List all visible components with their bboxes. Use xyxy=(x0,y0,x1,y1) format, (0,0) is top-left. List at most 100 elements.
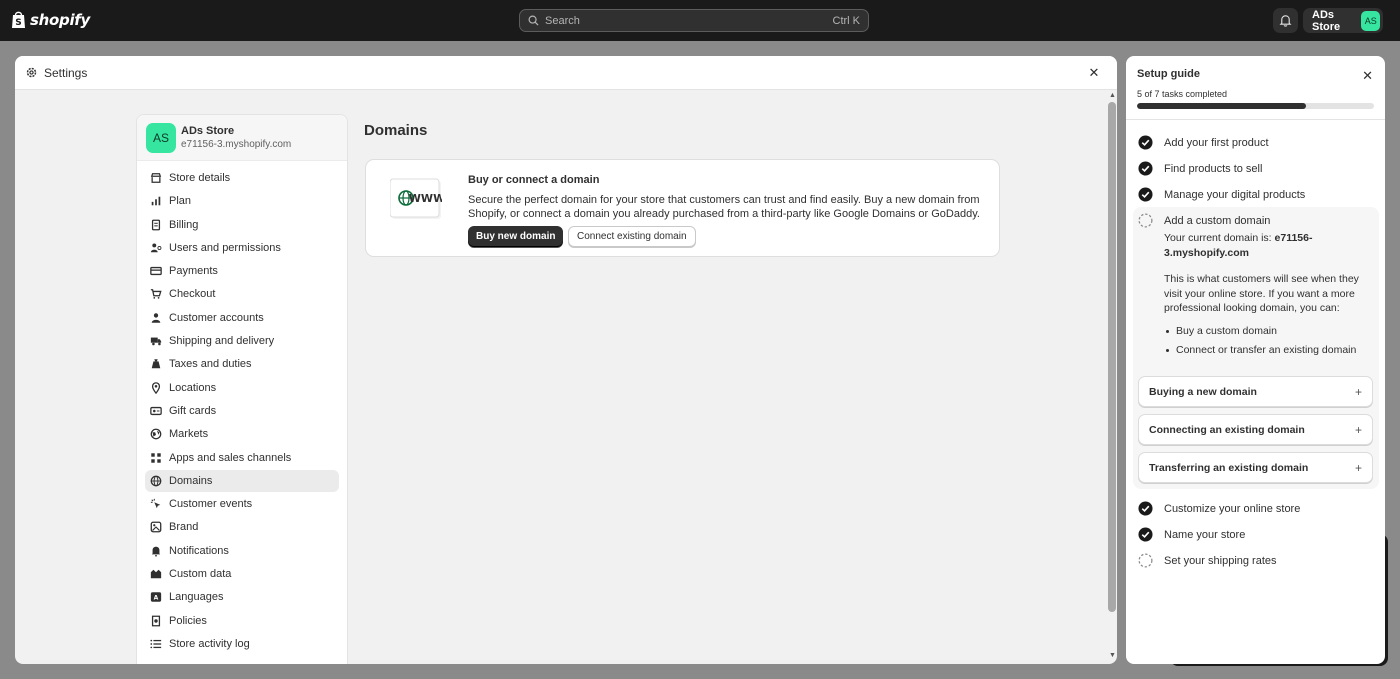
checkmark-circle-icon[interactable] xyxy=(1138,187,1153,202)
checkmark-circle-icon[interactable] xyxy=(1138,161,1153,176)
sidebar-item-label: Payments xyxy=(169,265,218,278)
sidebar-item-payments[interactable]: Payments xyxy=(145,260,339,282)
sidebar-item-custom-data[interactable]: Custom data xyxy=(145,563,339,585)
setup-guide-panel: Setup guide ✕ 5 of 7 tasks completed Add… xyxy=(1126,56,1385,664)
bullet-item: Connect or transfer an existing domain xyxy=(1166,344,1356,356)
plan-icon xyxy=(151,197,161,206)
cart-icon xyxy=(150,289,162,300)
setup-task[interactable]: Customize your online store xyxy=(1138,501,1300,516)
setup-task-label: Customize your online store xyxy=(1164,502,1301,515)
sidebar-item-markets[interactable]: Markets xyxy=(145,423,339,445)
close-settings-button[interactable]: ✕ xyxy=(1087,66,1101,80)
settings-modal: Settings ✕ AS ADs Store e71156-3.myshopi… xyxy=(15,56,1117,664)
sidebar-item-languages[interactable]: A Languages xyxy=(145,586,339,608)
connect-existing-domain-button[interactable]: Connect existing domain xyxy=(568,226,696,247)
sidebar-item-customer-events[interactable]: Customer events xyxy=(145,493,339,515)
accordion-transferring-domain[interactable]: Transferring an existing domain + xyxy=(1138,452,1373,483)
domain-info-text: This is what customers will see when the… xyxy=(1164,273,1359,314)
setup-task-label: Add a custom domain xyxy=(1164,214,1271,227)
top-bar: S shopify Search Ctrl K ADs Store AS xyxy=(0,0,1400,41)
sidebar-item-gift-cards[interactable]: Gift cards xyxy=(145,400,339,422)
sidebar-item-policies[interactable]: Policies xyxy=(145,610,339,632)
brand-name: shopify xyxy=(30,10,90,29)
store-name: ADs Store xyxy=(181,125,235,137)
settings-title: Settings xyxy=(44,65,88,80)
setup-task[interactable]: Set your shipping rates xyxy=(1138,553,1277,568)
checkmark-circle-icon[interactable] xyxy=(1138,527,1153,542)
setup-task[interactable]: Find products to sell xyxy=(1138,161,1262,176)
domain-globe-icon xyxy=(150,475,162,487)
dashed-circle-icon[interactable] xyxy=(1138,213,1153,228)
sidebar-item-shipping-and-delivery[interactable]: Shipping and delivery xyxy=(145,330,339,352)
store-avatar: AS xyxy=(146,122,176,153)
accordion-buying-domain[interactable]: Buying a new domain + xyxy=(1138,376,1373,407)
plus-icon: + xyxy=(1354,460,1362,475)
setup-task[interactable]: Add your first product xyxy=(1138,135,1269,150)
www-globe-illustration: WWW xyxy=(390,178,442,219)
sidebar-item-checkout[interactable]: Checkout xyxy=(145,283,339,305)
close-icon: ✕ xyxy=(1362,68,1373,83)
setup-guide-title: Setup guide xyxy=(1137,68,1200,80)
sidebar-item-label: Brand xyxy=(169,521,199,534)
bell-icon xyxy=(1279,15,1292,27)
setup-task[interactable]: Name your store xyxy=(1138,527,1245,542)
scroll-up-arrow-icon[interactable]: ▲ xyxy=(1109,92,1116,99)
dashed-circle-icon[interactable] xyxy=(1138,553,1153,568)
buy-new-domain-button[interactable]: Buy new domain xyxy=(468,226,564,247)
sidebar-item-billing[interactable]: Billing xyxy=(145,214,339,236)
search-icon xyxy=(528,15,539,26)
sidebar-item-label: Languages xyxy=(169,591,224,604)
setup-task-label: Manage your digital products xyxy=(1164,188,1306,201)
domain-card: WWW Buy or connect a domain Secure the p… xyxy=(365,159,1000,257)
store-summary[interactable]: AS ADs Store e71156-3.myshopify.com xyxy=(137,115,347,161)
sidebar-item-label: Custom data xyxy=(169,568,232,581)
sidebar-item-plan[interactable]: Plan xyxy=(145,190,339,212)
page-title: Domains xyxy=(364,122,428,139)
search-input[interactable]: Search Ctrl K xyxy=(519,9,869,32)
checkmark-circle-icon[interactable] xyxy=(1138,501,1153,516)
store-menu-button[interactable]: ADs Store AS xyxy=(1303,8,1383,33)
plus-icon: + xyxy=(1354,422,1362,437)
location-icon xyxy=(151,381,161,394)
setup-task[interactable]: Add a custom domain xyxy=(1138,213,1270,228)
store-icon xyxy=(150,173,162,183)
sidebar-item-notifications[interactable]: Notifications xyxy=(145,540,339,562)
card-title: Buy or connect a domain xyxy=(468,174,600,186)
sidebar-item-store-details[interactable]: Store details xyxy=(145,167,339,189)
store-domain: e71156-3.myshopify.com xyxy=(181,139,292,150)
notifications-button[interactable] xyxy=(1273,8,1298,33)
scrollbar[interactable]: ▲ ▼ xyxy=(1107,92,1117,662)
sidebar-item-label: Checkout xyxy=(169,288,216,301)
users-icon xyxy=(150,243,162,253)
sidebar-item-label: Store activity log xyxy=(169,637,250,650)
sidebar-item-label: Locations xyxy=(169,381,217,394)
sidebar-item-store-activity-log[interactable]: Store activity log xyxy=(145,633,339,655)
sidebar-item-locations[interactable]: Locations xyxy=(145,377,339,399)
sidebar-item-label: Plan xyxy=(169,195,192,208)
checkmark-circle-icon[interactable] xyxy=(1138,135,1153,150)
setup-task-label: Name your store xyxy=(1164,528,1246,541)
scroll-down-arrow-icon[interactable]: ▼ xyxy=(1109,652,1116,659)
shopify-logo[interactable]: S shopify xyxy=(11,10,90,29)
accordion-connecting-domain[interactable]: Connecting an existing domain + xyxy=(1138,414,1373,445)
sidebar-item-brand[interactable]: Brand xyxy=(145,516,339,538)
search-shortcut: Ctrl K xyxy=(832,14,861,27)
setup-guide-header: Setup guide ✕ 5 of 7 tasks completed xyxy=(1126,56,1385,120)
plus-icon: + xyxy=(1354,384,1362,399)
sidebar-item-label: Policies xyxy=(169,614,207,627)
sidebar-item-users-and-permissions[interactable]: Users and permissions xyxy=(145,237,339,259)
sidebar-item-taxes-and-duties[interactable]: Taxes and duties xyxy=(145,353,339,375)
sidebar-item-label: Domains xyxy=(169,474,213,487)
settings-nav-list: Store details Plan Billing Users and permis… xyxy=(137,161,347,655)
sidebar-item-apps-and-sales-channels[interactable]: Apps and sales channels xyxy=(145,447,339,469)
sidebar-item-label: Customer accounts xyxy=(169,311,264,324)
gift-card-icon xyxy=(150,406,162,416)
setup-task-label: Add your first product xyxy=(1164,136,1269,149)
list-icon xyxy=(150,639,162,649)
sidebar-item-domains[interactable]: Domains xyxy=(145,469,339,492)
close-guide-button[interactable]: ✕ xyxy=(1362,68,1373,84)
setup-task[interactable]: Manage your digital products xyxy=(1138,187,1305,202)
scroll-thumb[interactable] xyxy=(1108,102,1116,612)
sidebar-item-customer-accounts[interactable]: Customer accounts xyxy=(145,307,339,329)
svg-text:A: A xyxy=(154,595,159,602)
